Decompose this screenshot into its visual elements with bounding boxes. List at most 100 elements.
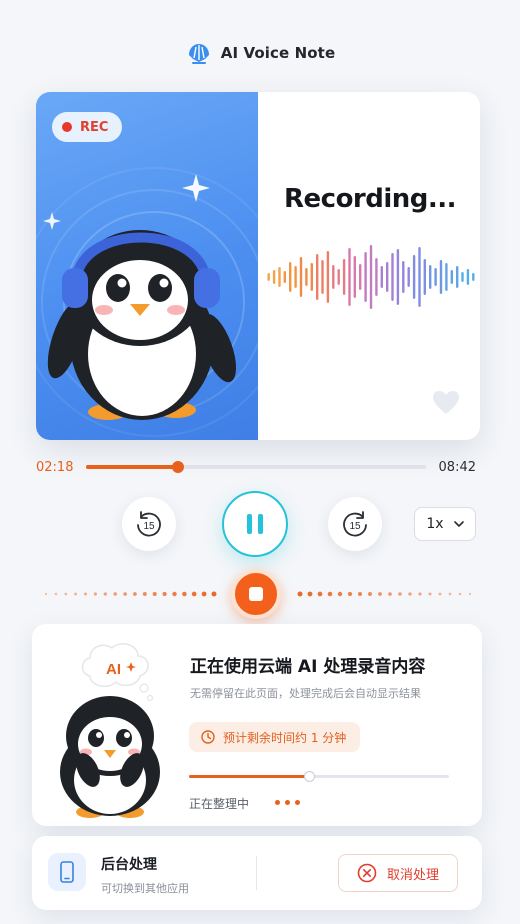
waveform-bar bbox=[472, 273, 475, 281]
divider-dot bbox=[337, 591, 343, 597]
waveform-bar bbox=[445, 263, 448, 291]
divider-dot bbox=[317, 591, 323, 597]
divider-dot bbox=[368, 592, 372, 596]
divider-dot bbox=[172, 591, 177, 597]
rec-badge-label: REC bbox=[80, 119, 109, 135]
divider-dot bbox=[438, 592, 442, 596]
waveform-bar bbox=[429, 265, 432, 289]
app-root: AI Voice Note REC Recording... 02:18 08:… bbox=[0, 0, 520, 924]
app-header: AI Voice Note bbox=[0, 36, 520, 70]
divider-dot bbox=[408, 592, 412, 596]
forward-15-button[interactable]: 15 bbox=[328, 497, 382, 551]
cancel-processing-label: 取消处理 bbox=[386, 867, 439, 883]
divider-dot bbox=[64, 592, 68, 596]
waveform-bar bbox=[294, 266, 297, 288]
waveform-bar bbox=[332, 265, 335, 289]
waveform-bar bbox=[407, 267, 410, 287]
waveform-bar bbox=[461, 272, 464, 282]
pause-icon bbox=[247, 514, 263, 534]
waveform-bar bbox=[353, 256, 356, 298]
waveform-bar bbox=[380, 266, 383, 288]
ai-progress-handle bbox=[303, 771, 315, 782]
chevron-down-icon bbox=[453, 521, 464, 527]
waveform-bar bbox=[337, 269, 340, 285]
shell-logo-icon bbox=[188, 44, 209, 64]
divider-dot bbox=[133, 592, 137, 596]
ai-progress-fill bbox=[189, 775, 309, 778]
divider-dot bbox=[113, 592, 117, 596]
ai-status-text: 正在整理中 bbox=[189, 797, 250, 811]
phone-icon bbox=[48, 853, 86, 891]
playback-speed-select[interactable]: 1x bbox=[414, 507, 476, 541]
waveform-bar bbox=[466, 269, 470, 285]
divider-dot bbox=[182, 591, 187, 597]
stop-row bbox=[0, 566, 520, 619]
divider-dot bbox=[378, 592, 382, 596]
waveform-bar bbox=[369, 245, 373, 309]
divider-dot bbox=[468, 592, 472, 596]
waveform-bar bbox=[310, 263, 313, 291]
waveform-bar bbox=[402, 261, 405, 293]
forward-icon: 15 bbox=[343, 511, 367, 537]
waveform-bar bbox=[267, 273, 270, 281]
divider-dot bbox=[297, 591, 303, 597]
divider-dot bbox=[418, 592, 422, 596]
waveform-bar bbox=[299, 257, 303, 297]
divider-dot bbox=[347, 591, 353, 597]
divider-dot bbox=[93, 592, 97, 596]
divider-dot bbox=[428, 592, 432, 596]
waveform-bar bbox=[386, 262, 389, 292]
ai-bubble-label: AI bbox=[106, 661, 121, 678]
waveform-bar bbox=[272, 270, 276, 284]
ai-processing-subtitle: 无需停留在此页面，处理完成后会自动显示结果 bbox=[190, 687, 421, 700]
divider-dot bbox=[54, 592, 58, 596]
waveform-bar bbox=[391, 253, 394, 301]
rewind-seconds-label: 15 bbox=[143, 521, 155, 532]
background-processing-bar: 后台处理 可切换到其他应用 取消处理 bbox=[32, 836, 482, 910]
divider-dot bbox=[448, 592, 452, 596]
waveform-bar bbox=[359, 264, 362, 290]
waveform-bar bbox=[278, 267, 281, 287]
waveform-bar bbox=[375, 258, 378, 296]
waveform-bar bbox=[434, 268, 437, 286]
divider-dot bbox=[74, 592, 78, 596]
waveform-bar bbox=[289, 262, 292, 292]
divider-dot bbox=[458, 592, 462, 596]
divider bbox=[256, 856, 257, 890]
audio-waveform bbox=[267, 245, 475, 309]
playback-progress-fill bbox=[86, 465, 178, 469]
waveform-bar bbox=[326, 251, 330, 303]
rec-dot-icon bbox=[62, 122, 72, 132]
waveform-bar bbox=[305, 268, 308, 286]
penguin-thinking-illustration: AI bbox=[60, 643, 160, 818]
divider-dot bbox=[123, 592, 127, 596]
playback-progress-bar[interactable] bbox=[86, 461, 426, 473]
pause-button[interactable] bbox=[222, 491, 288, 557]
heart-icon[interactable] bbox=[432, 390, 460, 416]
waveform-bar bbox=[348, 248, 351, 306]
divider-dot bbox=[388, 592, 392, 596]
rewind-15-button[interactable]: 15 bbox=[122, 497, 176, 551]
eta-badge: 预计剩余时间约 1 分钟 bbox=[189, 722, 361, 752]
clock-icon bbox=[201, 730, 215, 744]
loading-dots-icon bbox=[275, 800, 300, 805]
close-circle-icon bbox=[357, 863, 377, 883]
waveform-bar bbox=[364, 252, 367, 302]
eta-text: 预计剩余时间约 1 分钟 bbox=[223, 730, 347, 745]
ai-progress-bar bbox=[189, 771, 449, 782]
divider-dot bbox=[103, 592, 107, 596]
waveform-bar bbox=[412, 255, 416, 299]
penguin-headphones-illustration bbox=[36, 167, 289, 437]
waveform-bar bbox=[439, 260, 443, 294]
cancel-processing-button[interactable]: 取消处理 bbox=[338, 854, 458, 892]
stop-button[interactable] bbox=[231, 569, 281, 619]
rec-badge: REC bbox=[52, 112, 123, 142]
recording-status-text: Recording... bbox=[284, 184, 457, 214]
divider-dot bbox=[142, 592, 147, 596]
recording-illustration-panel: REC bbox=[36, 92, 289, 440]
divider-dot bbox=[152, 591, 157, 597]
waveform-bar bbox=[283, 271, 286, 283]
app-title: AI Voice Note bbox=[220, 44, 336, 62]
playback-progress-handle[interactable] bbox=[171, 461, 184, 473]
waveform-bar bbox=[321, 260, 324, 294]
